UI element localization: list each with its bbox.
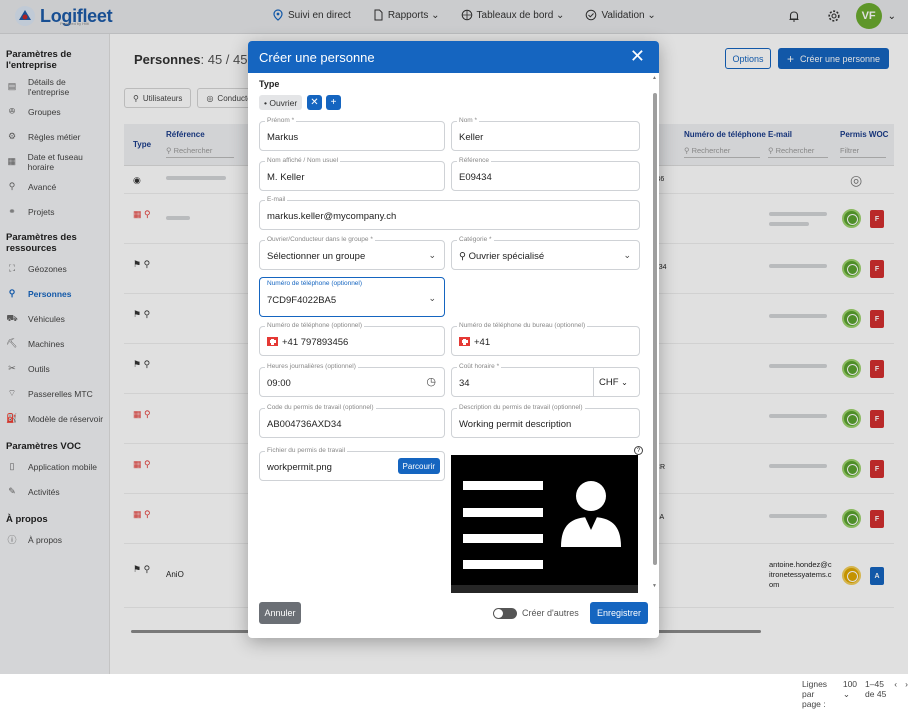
scroll-up-icon[interactable]: ▲	[652, 75, 657, 81]
dialog-body: Type • Ouvrier ✕ + Prénom * Markus Nom *…	[248, 73, 651, 593]
dialog-header: Créer une personne	[248, 41, 659, 73]
save-button[interactable]: Enregistrer	[590, 602, 648, 624]
prev-page-icon[interactable]: ‹	[894, 679, 897, 709]
field-label: Nom *	[457, 117, 480, 124]
browse-button[interactable]: Parcourir	[397, 458, 440, 474]
reference-field[interactable]: Référence E09434	[451, 157, 640, 191]
type-label: Type	[259, 79, 280, 89]
scrollbar-thumb[interactable]	[652, 93, 657, 565]
create-person-dialog: Créer une personne ✕ Type • Ouvrier ✕ + …	[248, 41, 659, 638]
dialog-footer: Annuler Créer d'autres Enregistrer	[248, 593, 659, 638]
field-label: E-mail	[265, 196, 288, 203]
field-value: 7CD9F4022BA5	[267, 295, 337, 306]
last-name-field[interactable]: Nom * Keller	[451, 117, 640, 151]
chevron-down-icon: ⌄	[623, 250, 631, 260]
rows-per-page-label: Lignes par page :	[802, 679, 828, 709]
display-name-field[interactable]: Nom affiché / Nom usuel M. Keller	[259, 157, 445, 191]
phone-number: +41 797893456	[282, 337, 349, 348]
field-label: Numéro de téléphone (optionnel)	[265, 322, 365, 329]
category-select[interactable]: Catégorie * ⚲ Ouvrier spécialisé ⌄	[451, 236, 640, 270]
field-value: Keller	[459, 132, 484, 143]
person-icon: ⚲	[459, 251, 469, 262]
field-label: Heures journalières (optionnel)	[265, 363, 358, 370]
field-value: +41 797893456	[267, 337, 348, 348]
field-label: Code du permis de travail (optionnel)	[265, 404, 376, 411]
field-label: Numéro de téléphone (optionnel)	[265, 280, 365, 287]
field-value: M. Keller	[267, 172, 305, 183]
field-label: Fichier du permis de travail	[265, 447, 348, 454]
chevron-down-icon: ⌄	[428, 250, 436, 260]
office-phone-number: +41	[474, 337, 491, 348]
scroll-down-icon[interactable]: ▼	[652, 583, 657, 589]
dialog-scrollbar[interactable]: ▲ ▼	[651, 73, 659, 593]
field-value: +41	[459, 337, 490, 348]
field-value: AB004736AXD34	[267, 419, 342, 430]
field-label: Description du permis de travail (option…	[457, 404, 585, 411]
close-icon: ✕	[310, 97, 319, 108]
phone-id-select[interactable]: Numéro de téléphone (optionnel) 7CD9F402…	[259, 277, 445, 317]
id-card-icon	[451, 481, 638, 593]
pagination: Lignes par page : 100 ⌄ 1–45 de 45 ‹ ›	[802, 679, 908, 709]
field-label: Numéro de téléphone du bureau (optionnel…	[457, 322, 588, 329]
field-value: Markus	[267, 132, 299, 143]
permit-file-field[interactable]: Fichier du permis de travail workpermit.…	[259, 447, 445, 481]
cancel-button[interactable]: Annuler	[259, 602, 301, 624]
plus-icon: +	[330, 97, 337, 108]
remove-type-button[interactable]: ✕	[307, 95, 322, 110]
close-icon[interactable]: ✕	[630, 47, 645, 65]
field-value: E09434	[459, 172, 492, 183]
daily-hours-field[interactable]: Heures journalières (optionnel) 09:00 ◷	[259, 363, 445, 397]
help-icon[interactable]: ?	[634, 446, 643, 455]
clock-icon[interactable]: ◷	[426, 375, 436, 388]
create-others-label: Créer d'autres	[522, 608, 579, 618]
add-type-button[interactable]: +	[326, 95, 341, 110]
permit-description-field[interactable]: Description du permis de travail (option…	[451, 404, 640, 438]
swiss-flag-icon	[267, 337, 278, 346]
field-value: workpermit.png	[267, 462, 332, 473]
type-chip[interactable]: • Ouvrier	[259, 95, 303, 110]
chevron-down-icon: ⌄	[621, 378, 628, 387]
field-value: 09:00	[267, 378, 291, 389]
currency-value: CHF	[599, 377, 619, 388]
chevron-down-icon: ⌄	[428, 293, 436, 303]
currency-select[interactable]: CHF ⌄	[599, 377, 628, 388]
field-value: Sélectionner un groupe	[267, 251, 366, 262]
field-label: Prénom *	[265, 117, 297, 124]
office-phone-field[interactable]: Numéro de téléphone du bureau (optionnel…	[451, 322, 640, 356]
permit-preview-image	[451, 455, 638, 593]
hourly-cost-field[interactable]: Coût horaire * 34 CHF ⌄	[451, 363, 640, 397]
category-value: Ouvrier spécialisé	[468, 251, 545, 262]
field-value: ⚲ Ouvrier spécialisé	[459, 251, 544, 262]
field-label: Nom affiché / Nom usuel	[265, 157, 341, 164]
group-select[interactable]: Ouvrier/Conducteur dans le groupe * Séle…	[259, 236, 445, 270]
field-value: markus.keller@mycompany.ch	[267, 211, 397, 222]
swiss-flag-icon	[459, 337, 470, 346]
field-label: Catégorie *	[457, 236, 494, 243]
divider	[593, 368, 594, 396]
field-value: 34	[459, 378, 470, 389]
create-others-toggle[interactable]	[493, 608, 517, 619]
field-label: Ouvrier/Conducteur dans le groupe *	[265, 236, 375, 243]
page-range: 1–45 de 45	[865, 679, 887, 699]
phone-field[interactable]: Numéro de téléphone (optionnel) +41 7978…	[259, 322, 445, 356]
field-label: Coût horaire *	[457, 363, 502, 370]
dialog-title: Créer une personne	[259, 49, 375, 65]
field-label: Référence	[457, 157, 491, 164]
rows-per-page-select[interactable]: 100 ⌄	[843, 679, 857, 709]
field-value: Working permit description	[459, 419, 572, 430]
email-field[interactable]: E-mail markus.keller@mycompany.ch	[259, 196, 640, 230]
permit-code-field[interactable]: Code du permis de travail (optionnel) AB…	[259, 404, 445, 438]
first-name-field[interactable]: Prénom * Markus	[259, 117, 445, 151]
